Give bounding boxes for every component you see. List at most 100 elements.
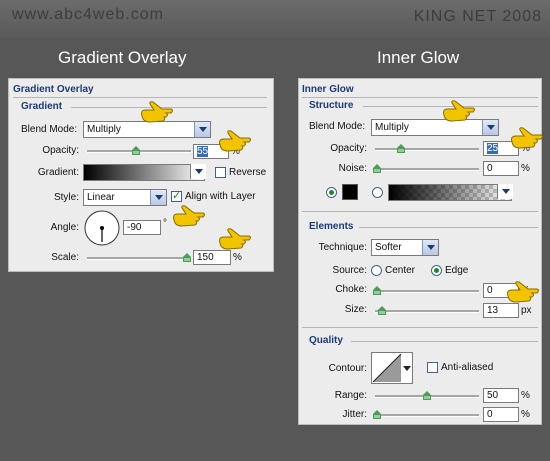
anti-aliased-label: Anti-aliased (441, 362, 494, 373)
style-select[interactable]: Linear (83, 189, 167, 206)
divider (302, 97, 538, 98)
glow-gradient-picker[interactable] (388, 184, 513, 201)
scale-input[interactable]: 150 (193, 250, 231, 265)
opacity-slider[interactable] (375, 144, 479, 153)
pointing-hand-icon (219, 130, 251, 152)
noise-unit: % (521, 163, 530, 174)
jitter-slider-thumb[interactable] (373, 410, 381, 419)
chevron-down-icon (422, 240, 438, 255)
contour-picker[interactable] (371, 352, 413, 384)
scale-unit: % (233, 252, 242, 263)
technique-label: Technique: (318, 242, 367, 253)
site-url: www.abc4web.com (12, 6, 164, 23)
blend-mode-label: Blend Mode: (21, 124, 78, 135)
choke-label: Choke: (335, 284, 367, 295)
glow-color-swatch[interactable] (342, 184, 358, 200)
divider (302, 327, 538, 328)
noise-slider-thumb[interactable] (373, 164, 381, 173)
source-label: Source: (332, 265, 367, 276)
source-edge-label: Edge (445, 265, 469, 276)
noise-label: Noise: (338, 163, 367, 174)
jitter-label: Jitter: (342, 409, 367, 420)
left-heading: Gradient Overlay (58, 48, 187, 67)
brand-text: KING NET 2008 (413, 8, 542, 25)
chevron-down-icon[interactable] (497, 184, 513, 199)
technique-select[interactable]: Softer (371, 239, 439, 256)
color-radio[interactable] (326, 187, 337, 198)
source-center-radio[interactable] (371, 265, 382, 276)
panel-title: Gradient Overlay (13, 84, 94, 95)
angle-label: Angle: (50, 222, 79, 233)
chevron-down-icon (194, 122, 210, 137)
size-slider[interactable] (375, 306, 479, 315)
chevron-down-icon[interactable] (402, 361, 412, 375)
panel-title: Inner Glow (302, 84, 354, 95)
pointing-hand-icon (443, 100, 475, 122)
angle-input[interactable]: -90 (123, 220, 161, 235)
divider (359, 227, 538, 228)
blend-mode-value: Multiply (87, 124, 121, 135)
pointing-hand-icon (511, 127, 543, 149)
section-elements: Elements (309, 221, 354, 232)
anti-aliased-checkbox[interactable] (427, 362, 438, 373)
chevron-down-icon (150, 190, 166, 205)
opacity-label: Opacity: (330, 143, 367, 154)
pointing-hand-icon (507, 281, 539, 303)
noise-input[interactable]: 0 (483, 161, 519, 176)
banner: www.abc4web.com KING NET 2008 (0, 0, 550, 38)
size-input[interactable]: 13 (483, 303, 519, 318)
choke-slider-thumb[interactable] (373, 286, 381, 295)
align-with-layer-checkbox[interactable] (171, 189, 182, 202)
pointing-hand-icon (219, 228, 251, 250)
section-gradient: Gradient (21, 101, 63, 112)
noise-slider[interactable] (373, 164, 479, 173)
gradient-radio[interactable] (372, 187, 383, 198)
style-value: Linear (87, 192, 115, 203)
scale-slider-thumb[interactable] (183, 253, 191, 262)
choke-slider[interactable] (373, 286, 479, 295)
contour-linear-icon (373, 354, 401, 382)
opacity-label: Opacity: (42, 145, 79, 156)
source-center-label: Center (385, 265, 416, 276)
pointing-hand-icon (141, 101, 173, 123)
opacity-slider-thumb[interactable] (397, 144, 405, 153)
chevron-down-icon (482, 120, 498, 135)
align-with-layer-label: Align with Layer (185, 191, 256, 202)
range-input[interactable]: 50 (483, 388, 519, 403)
chevron-down-icon[interactable] (190, 164, 206, 179)
contour-label: Contour: (328, 363, 367, 374)
section-quality: Quality (309, 335, 343, 346)
reverse-label: Reverse (229, 167, 267, 178)
range-label: Range: (334, 390, 367, 401)
blend-mode-value: Multiply (375, 122, 409, 133)
style-label: Style: (53, 192, 79, 203)
scale-label: Scale: (51, 252, 79, 263)
blend-mode-label: Blend Mode: (309, 121, 366, 132)
angle-unit: ° (163, 218, 167, 229)
gradient-label: Gradient: (37, 167, 79, 178)
divider (13, 97, 267, 98)
pointing-hand-icon (173, 205, 205, 227)
source-edge-radio[interactable] (431, 265, 442, 276)
blend-mode-select[interactable]: Multiply (371, 119, 499, 136)
technique-value: Softer (375, 242, 402, 253)
opacity-slider-thumb[interactable] (132, 146, 140, 155)
opacity-slider[interactable] (87, 146, 191, 155)
range-slider-thumb[interactable] (423, 391, 431, 400)
divider (302, 211, 538, 212)
jitter-slider[interactable] (373, 410, 479, 419)
angle-dial[interactable] (83, 209, 121, 247)
divider (351, 341, 538, 342)
jitter-input[interactable]: 0 (483, 407, 519, 422)
inner-glow-panel: Inner Glow Structure Blend Mode: Multipl… (298, 78, 542, 425)
jitter-unit: % (521, 409, 530, 420)
size-unit: px (521, 305, 532, 316)
size-label: Size: (344, 304, 367, 315)
range-slider[interactable] (375, 391, 479, 400)
range-unit: % (521, 390, 530, 401)
section-structure: Structure (309, 100, 354, 111)
scale-slider[interactable] (87, 253, 191, 262)
reverse-checkbox[interactable] (215, 167, 226, 178)
gradient-picker[interactable] (83, 164, 206, 181)
size-slider-thumb[interactable] (378, 306, 386, 315)
